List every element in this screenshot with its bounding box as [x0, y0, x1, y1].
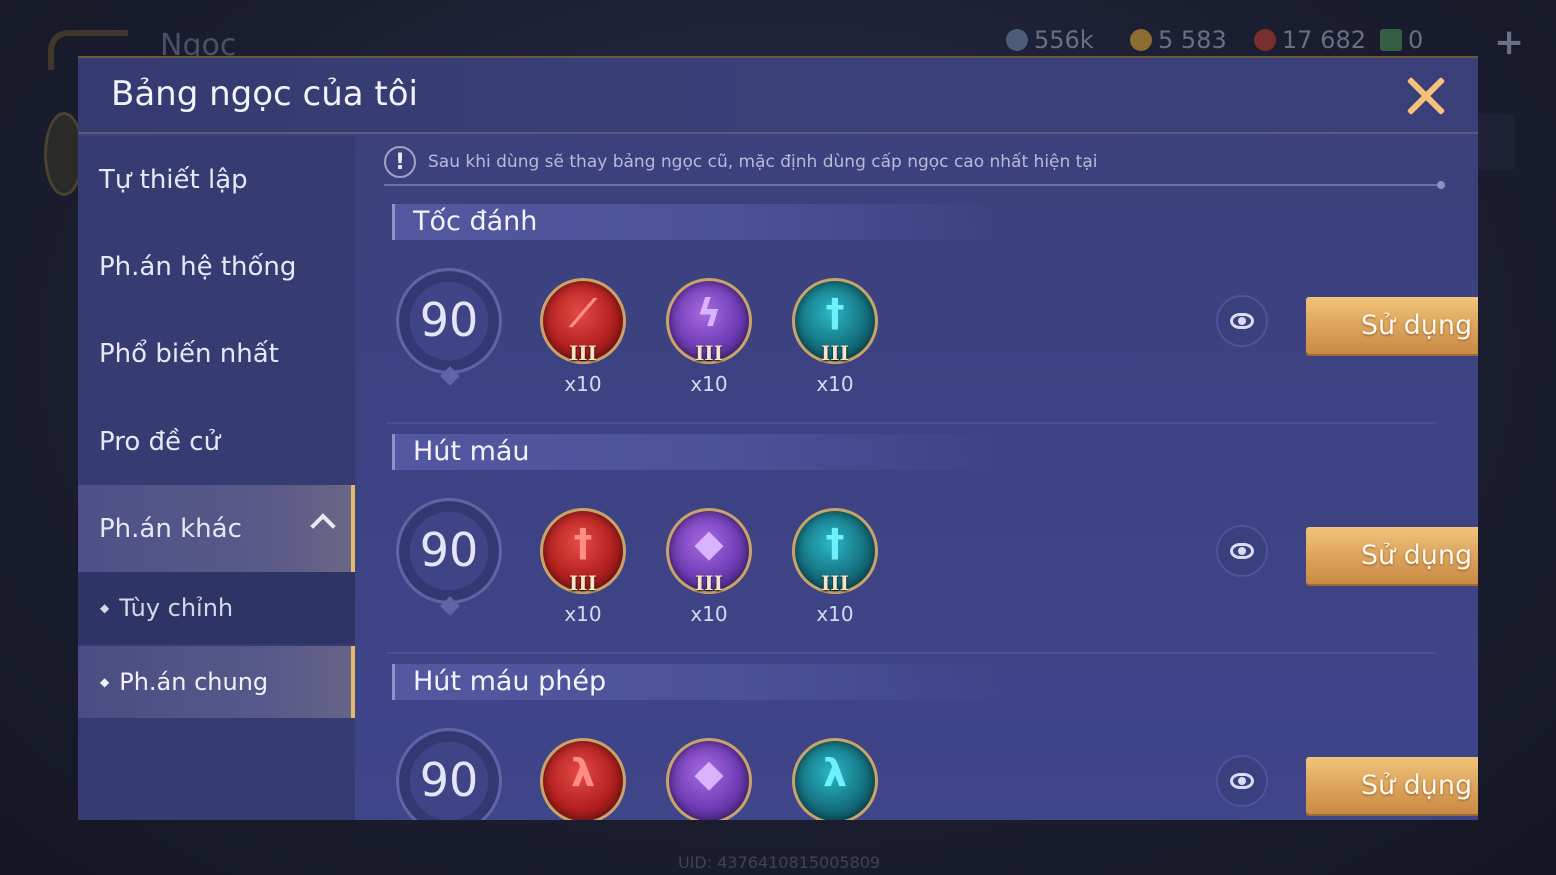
- preview-button[interactable]: [1216, 755, 1268, 807]
- rune-tier: III: [820, 571, 850, 595]
- green-rune-icon[interactable]: † III: [792, 278, 878, 365]
- close-button[interactable]: [1404, 74, 1448, 118]
- rune-count: x10: [690, 602, 728, 626]
- use-button[interactable]: Sử dụng: [1306, 757, 1478, 814]
- red-rune-icon[interactable]: λ: [540, 738, 626, 820]
- section-header: Tốc đánh: [392, 204, 1012, 240]
- sidebar-item-most-popular[interactable]: Phổ biến nhất: [78, 310, 355, 397]
- sidebar-subitem-custom[interactable]: ◆ Tùy chỉnh: [78, 572, 355, 644]
- level-badge: 90: [396, 728, 502, 820]
- level-badge: 90: [396, 498, 502, 604]
- level-value: 90: [419, 523, 479, 577]
- section-header: Hút máu: [392, 434, 1012, 470]
- level-value: 90: [419, 293, 479, 347]
- chevron-up-icon: [310, 513, 336, 539]
- sidebar-item-label: Ph.án hệ thống: [99, 251, 297, 282]
- rune-set-lifesteal: Hút máu 90 † III x10 ◆ III x10 † III x10…: [386, 434, 1478, 664]
- sidebar-item-pro-recommended[interactable]: Pro đề cử: [78, 398, 355, 485]
- rune-count: x10: [816, 602, 854, 626]
- section-divider: [386, 652, 1436, 654]
- red-voucher-icon: [1254, 29, 1276, 51]
- modal-header: Bảng ngọc của tôi: [78, 58, 1478, 134]
- sidebar-subitem-label: Tùy chỉnh: [119, 594, 234, 622]
- card-icon: [1380, 29, 1402, 51]
- sidebar-subitem-label: Ph.án chung: [119, 668, 269, 696]
- rune-count: x10: [564, 372, 602, 396]
- rune-set-spell-vamp: Hút máu phép 90 λ ◆ λ Sử dụng: [386, 664, 1478, 820]
- rune-set-attack-speed: Tốc đánh 90 ⟋ III x10 ϟ III x10 † III x1…: [386, 204, 1478, 434]
- purple-rune-icon[interactable]: ϟ III: [666, 278, 752, 365]
- currency-gems: 556k: [1006, 26, 1094, 54]
- rune-count: x10: [564, 602, 602, 626]
- preview-button[interactable]: [1216, 295, 1268, 347]
- section-header: Hút máu phép: [392, 664, 1012, 700]
- section-title: Tốc đánh: [413, 206, 538, 237]
- info-icon: !: [384, 146, 416, 178]
- bullet-icon: ◆: [100, 601, 110, 615]
- bullet-icon: ◆: [100, 675, 110, 689]
- rune-tier: III: [820, 341, 850, 365]
- gem-currency-icon: [1006, 29, 1028, 51]
- green-rune-icon[interactable]: λ: [792, 738, 878, 820]
- level-badge: 90: [396, 268, 502, 374]
- green-rune-icon[interactable]: † III: [792, 508, 878, 595]
- red-rune-icon[interactable]: † III: [540, 508, 626, 595]
- background-panel-edge: [1478, 114, 1514, 170]
- section-title: Hút máu: [413, 436, 530, 467]
- modal-title: Bảng ngọc của tôi: [111, 74, 418, 114]
- level-value: 90: [419, 753, 479, 807]
- purple-rune-icon[interactable]: ◆ III: [666, 508, 752, 595]
- section-divider: [386, 422, 1436, 424]
- rune-tier: III: [568, 571, 598, 595]
- section-title: Hút máu phép: [413, 666, 607, 697]
- preview-button[interactable]: [1216, 525, 1268, 577]
- sidebar-item-other-plans[interactable]: Ph.án khác: [78, 485, 355, 572]
- rune-tier: III: [694, 571, 724, 595]
- notice-text: Sau khi dùng sẽ thay bảng ngọc cũ, mặc đ…: [428, 152, 1098, 172]
- currency-gold: 5 583: [1130, 26, 1227, 54]
- use-button[interactable]: Sử dụng: [1306, 527, 1478, 584]
- currency-vouchers: 17 682: [1254, 26, 1366, 54]
- currency-cards: 0: [1380, 26, 1423, 54]
- rune-tier: III: [694, 341, 724, 365]
- rune-count: x10: [690, 372, 728, 396]
- rune-tier: III: [568, 341, 598, 365]
- gold-coin-icon: [1130, 29, 1152, 51]
- sidebar-item-label: Tự thiết lập: [99, 164, 248, 195]
- add-currency-button[interactable]: +: [1494, 22, 1524, 63]
- sidebar-item-custom-setup[interactable]: Tự thiết lập: [78, 136, 355, 223]
- purple-rune-icon[interactable]: ◆: [666, 738, 752, 820]
- use-button[interactable]: Sử dụng: [1306, 297, 1478, 354]
- sidebar-item-label: Ph.án khác: [99, 513, 242, 544]
- sidebar-item-label: Phổ biến nhất: [99, 338, 279, 369]
- notice: ! Sau khi dùng sẽ thay bảng ngọc cũ, mặc…: [384, 146, 1097, 178]
- rune-count: x10: [816, 372, 854, 396]
- sidebar-item-system-plan[interactable]: Ph.án hệ thống: [78, 223, 355, 310]
- sidebar: Tự thiết lập Ph.án hệ thống Phổ biến nhấ…: [78, 136, 355, 820]
- sidebar-subitem-general-plan[interactable]: ◆ Ph.án chung: [78, 646, 355, 718]
- sidebar-item-label: Pro đề cử: [99, 426, 221, 457]
- red-rune-icon[interactable]: ⟋ III: [540, 278, 626, 365]
- notice-divider: [384, 181, 1445, 189]
- user-id: UID: 4376410815005809: [678, 853, 881, 872]
- rune-page-modal: Bảng ngọc của tôi Tự thiết lập Ph.án hệ …: [78, 56, 1478, 820]
